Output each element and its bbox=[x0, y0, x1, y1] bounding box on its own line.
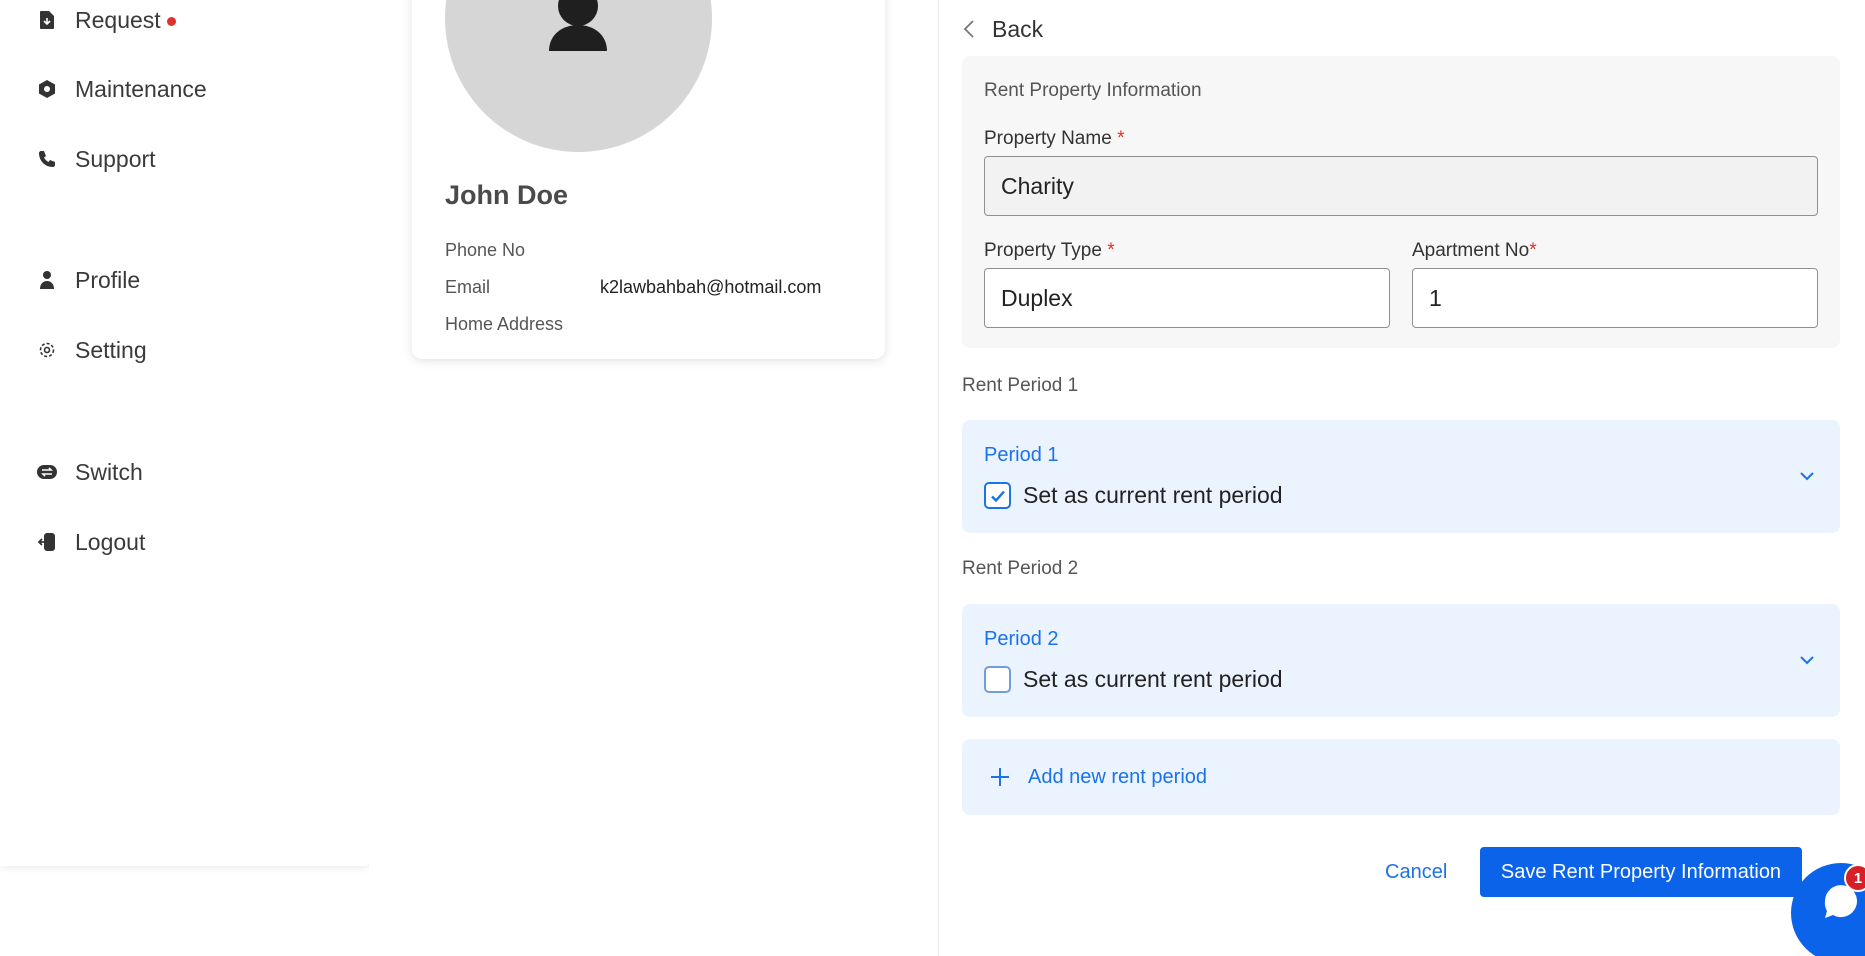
sidebar-item-support[interactable]: Support bbox=[36, 139, 156, 179]
sidebar-item-switch[interactable]: Switch bbox=[36, 452, 143, 492]
current-period-checkbox-row[interactable]: Set as current rent period bbox=[984, 666, 1283, 693]
current-period-checkbox-row[interactable]: Set as current rent period bbox=[984, 482, 1283, 509]
sidebar-item-logout[interactable]: Logout bbox=[36, 522, 145, 562]
property-name-input[interactable]: Charity bbox=[984, 156, 1818, 216]
required-mark: * bbox=[1529, 240, 1537, 261]
property-type-input[interactable]: Duplex bbox=[984, 268, 1390, 328]
save-button[interactable]: Save Rent Property Information bbox=[1480, 847, 1802, 897]
sidebar-item-label: Maintenance bbox=[75, 75, 207, 102]
sidebar-item-label: Profile bbox=[75, 266, 141, 293]
phone-label: Phone No bbox=[445, 240, 526, 260]
profile-name: John Doe bbox=[445, 180, 569, 210]
request-icon bbox=[36, 9, 58, 31]
add-rent-period-label: Add new rent period bbox=[1028, 765, 1208, 788]
address-label: Home Address bbox=[445, 314, 564, 334]
back-button[interactable]: Back bbox=[962, 12, 1043, 46]
required-mark: * bbox=[1117, 128, 1125, 149]
apartment-no-label: Apartment No* bbox=[1412, 240, 1537, 261]
phone-icon bbox=[36, 148, 58, 170]
rent-period-heading: Rent Period 1 bbox=[962, 375, 1079, 396]
sidebar-item-profile[interactable]: Profile bbox=[36, 260, 140, 300]
email-value: k2lawbahbah@hotmail.com bbox=[600, 277, 822, 297]
period-card[interactable]: Period 1 Set as current rent period bbox=[962, 420, 1840, 533]
logout-icon bbox=[36, 531, 58, 553]
back-label: Back bbox=[992, 15, 1044, 42]
property-type-label: Property Type * bbox=[984, 240, 1115, 261]
chevron-down-icon[interactable] bbox=[1796, 649, 1818, 671]
sidebar-item-label: Switch bbox=[75, 458, 143, 485]
apartment-no-input[interactable]: 1 bbox=[1412, 268, 1818, 328]
sidebar-item-maintenance[interactable]: Maintenance bbox=[36, 69, 207, 109]
notification-dot bbox=[166, 16, 176, 26]
property-name-label: Property Name * bbox=[984, 128, 1125, 149]
period-title: Period 1 bbox=[984, 444, 1059, 466]
sidebar-item-label: Logout bbox=[75, 528, 146, 555]
chevron-down-icon[interactable] bbox=[1796, 465, 1818, 487]
sidebar-item-label: Support bbox=[75, 145, 156, 172]
add-rent-period-button[interactable]: Add new rent period bbox=[962, 739, 1840, 815]
sidebar: Request Maintenance Support Profile Sett… bbox=[0, 0, 369, 866]
section-title: Rent Property Information bbox=[984, 80, 1202, 101]
rent-period-heading: Rent Period 2 bbox=[962, 558, 1079, 579]
period-card[interactable]: Period 2 Set as current rent period bbox=[962, 604, 1840, 717]
sidebar-item-label: Setting bbox=[75, 336, 147, 363]
checkbox-label: Set as current rent period bbox=[1023, 482, 1283, 508]
email-label: Email bbox=[445, 277, 491, 297]
chat-notification-badge: 1 bbox=[1844, 864, 1865, 892]
sidebar-item-setting[interactable]: Setting bbox=[36, 330, 147, 370]
person-icon bbox=[36, 269, 58, 291]
gear-icon bbox=[36, 339, 58, 361]
current-period-checkbox[interactable] bbox=[984, 666, 1011, 693]
cancel-button[interactable]: Cancel bbox=[1373, 852, 1459, 892]
check-icon bbox=[990, 490, 1005, 502]
switch-icon bbox=[36, 461, 58, 483]
chevron-left-icon bbox=[963, 20, 974, 38]
divider bbox=[938, 0, 939, 956]
sidebar-item-label: Request bbox=[75, 6, 161, 33]
current-period-checkbox[interactable] bbox=[984, 482, 1011, 509]
plus-icon bbox=[991, 768, 1009, 786]
sidebar-item-request[interactable]: Request bbox=[36, 0, 176, 40]
period-title: Period 2 bbox=[984, 628, 1059, 650]
checkbox-label: Set as current rent period bbox=[1023, 666, 1283, 692]
maintenance-icon bbox=[36, 78, 58, 100]
required-mark: * bbox=[1107, 240, 1115, 261]
page: Request Maintenance Support Profile Sett… bbox=[0, 0, 1865, 956]
